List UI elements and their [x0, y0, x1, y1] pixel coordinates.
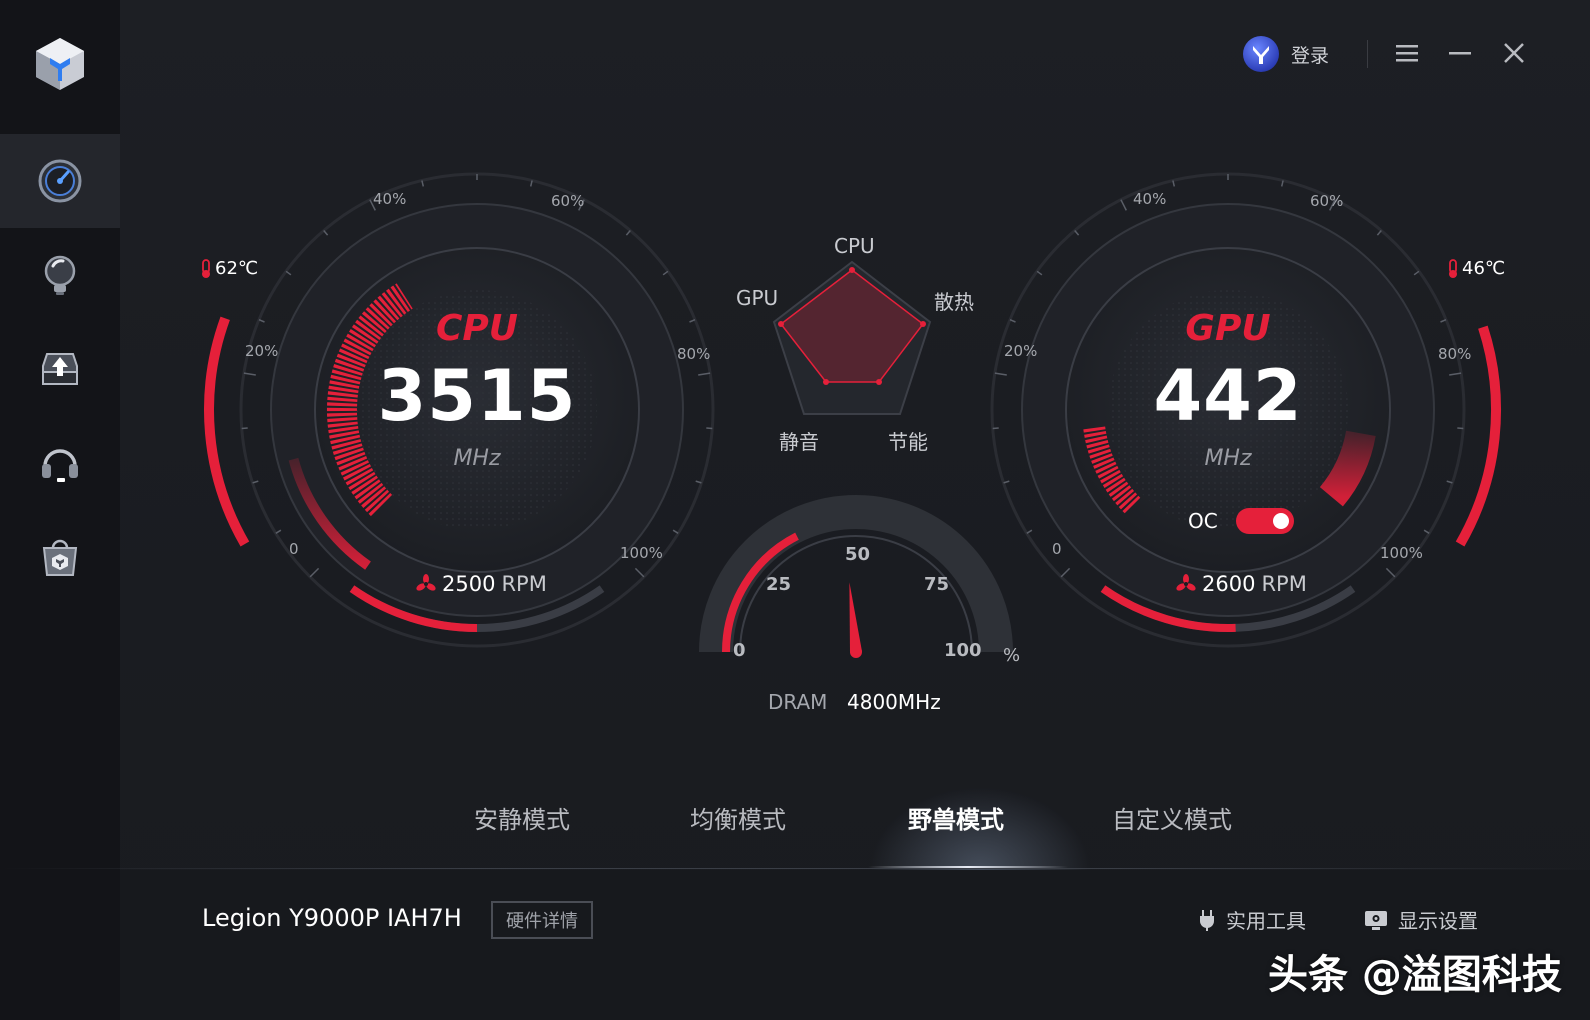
cpu-temperature-value: 62℃: [215, 258, 259, 279]
radar-label-gpu: GPU: [736, 286, 779, 310]
thermometer-icon: [1449, 258, 1457, 278]
gauge-tick-mark: [1449, 372, 1462, 376]
dram-label: DRAM: [768, 690, 828, 714]
gauge-tick-mark: [1060, 567, 1071, 578]
gauge-tick-mark: [1413, 270, 1420, 276]
gpu-temperature: 46℃: [1447, 258, 1505, 279]
gauge-tick-mark: [994, 372, 1007, 376]
tools-button[interactable]: 实用工具: [1198, 905, 1306, 934]
display-settings-label: 显示设置: [1398, 909, 1478, 933]
gpu-frequency-value: 442: [1153, 355, 1303, 437]
gpu-fan-speed: 2600 RPM: [1176, 572, 1307, 596]
device-model: Legion Y9000P IAH7H: [202, 904, 462, 932]
tab-quiet-mode[interactable]: 安静模式: [437, 800, 607, 835]
gauge-tick-mark: [323, 230, 329, 236]
cpu-temperature: 62℃: [200, 258, 258, 279]
cpu-temperature-arc: [204, 316, 250, 547]
gauge-tick-mark: [241, 427, 248, 430]
dram-gauge: [699, 495, 1013, 658]
oc-label: OC: [1188, 509, 1218, 533]
dram-unit: %: [1003, 645, 1021, 666]
cpu-frequency-value: 3515: [377, 355, 577, 437]
performance-radar: [772, 260, 932, 415]
gauge-tick-mark: [625, 230, 631, 236]
gauge-tick-mark: [1457, 427, 1464, 430]
gauge-tick-mark: [1376, 230, 1382, 236]
radar-label-cooling: 散热: [934, 290, 974, 314]
gauge-tick-mark: [258, 319, 265, 323]
radar-label-silent: 静音: [779, 430, 819, 454]
gauge-tick-mark: [992, 427, 999, 430]
dram-tick-50: 50: [845, 544, 871, 565]
gauge-tick-mark: [689, 319, 696, 323]
dram-frequency: 4800MHz: [847, 690, 941, 714]
cpu-fan-value: 2500: [442, 572, 496, 596]
gpu-tick-0: 0: [1052, 540, 1062, 558]
gauge-tick-mark: [698, 372, 711, 376]
display-settings-button[interactable]: 显示设置: [1364, 905, 1478, 934]
oc-toggle[interactable]: [1235, 508, 1294, 534]
cpu-tick-20: 20%: [245, 342, 279, 360]
gpu-tick-80: 80%: [1438, 345, 1472, 363]
gpu-frequency-unit: MHz: [1204, 446, 1252, 471]
cpu-frequency-unit: MHz: [453, 446, 501, 471]
dram-tick-25: 25: [766, 574, 792, 595]
hardware-details-button[interactable]: 硬件详情: [491, 901, 593, 939]
tab-custom-mode[interactable]: 自定义模式: [1087, 800, 1257, 835]
gauge-tick-mark: [1036, 270, 1043, 276]
monitor-gear-icon: [1365, 910, 1387, 930]
gpu-tick-100: 100%: [1380, 544, 1423, 562]
gauge-tick-mark: [1074, 230, 1080, 236]
gpu-fan-value: 2600: [1202, 572, 1256, 596]
mode-tabs: 安静模式 均衡模式 野兽模式 自定义模式: [420, 780, 1300, 870]
tools-label: 实用工具: [1226, 909, 1306, 933]
app-window: 登录 CPU 3515 MHz 62℃ 0 20% 40% 60% 80% 10…: [0, 0, 1590, 1020]
gauge-tick-mark: [309, 567, 320, 578]
thermometer-icon: [202, 258, 210, 278]
tab-balanced-mode[interactable]: 均衡模式: [653, 800, 823, 835]
active-mode-indicator: [868, 866, 1068, 868]
dram-needle: [849, 582, 862, 653]
gauge-tick-mark: [285, 270, 292, 276]
cpu-tick-40: 40%: [373, 190, 407, 208]
radar-label-saving: 节能: [888, 430, 928, 454]
gauge-tick-mark: [634, 567, 645, 578]
gpu-tick-40: 40%: [1133, 190, 1167, 208]
gauge-tick-mark: [706, 427, 713, 430]
cpu-tick-0: 0: [289, 540, 299, 558]
cpu-gauge-title: CPU: [435, 308, 519, 349]
gauge-tick-mark: [662, 270, 669, 276]
mode-tabs-divider: [0, 868, 1590, 869]
cpu-tick-100: 100%: [620, 544, 663, 562]
gpu-tick-20: 20%: [1004, 342, 1038, 360]
gpu-tick-60: 60%: [1310, 192, 1344, 210]
dram-tick-75: 75: [924, 574, 950, 595]
watermark: 头条 @溢图科技: [1268, 952, 1562, 998]
dram-tick-0: 0: [733, 640, 746, 661]
cpu-tick-80: 80%: [677, 345, 711, 363]
tab-beast-mode[interactable]: 野兽模式: [871, 800, 1041, 835]
gpu-fan-unit: RPM: [1261, 572, 1307, 596]
gpu-temperature-value: 46℃: [1462, 258, 1506, 279]
dram-tick-100: 100: [944, 640, 982, 661]
fan-icon: [1176, 574, 1196, 591]
oc-control: OC: [1188, 508, 1294, 534]
gauge-tick-mark: [1385, 567, 1396, 578]
radar-label-cpu: CPU: [834, 234, 875, 258]
gauge-tick-mark: [243, 372, 256, 376]
gauge-tick-mark: [1009, 319, 1016, 323]
fan-icon: [416, 574, 436, 591]
cpu-fan-speed: 2500 RPM: [416, 572, 547, 596]
plug-icon: [1200, 909, 1214, 931]
gauge-tick-mark: [1120, 199, 1127, 211]
gpu-gauge-title: GPU: [1185, 308, 1271, 349]
gauge-tick-mark: [1440, 319, 1447, 323]
cpu-fan-unit: RPM: [501, 572, 547, 596]
cpu-tick-60: 60%: [551, 192, 585, 210]
